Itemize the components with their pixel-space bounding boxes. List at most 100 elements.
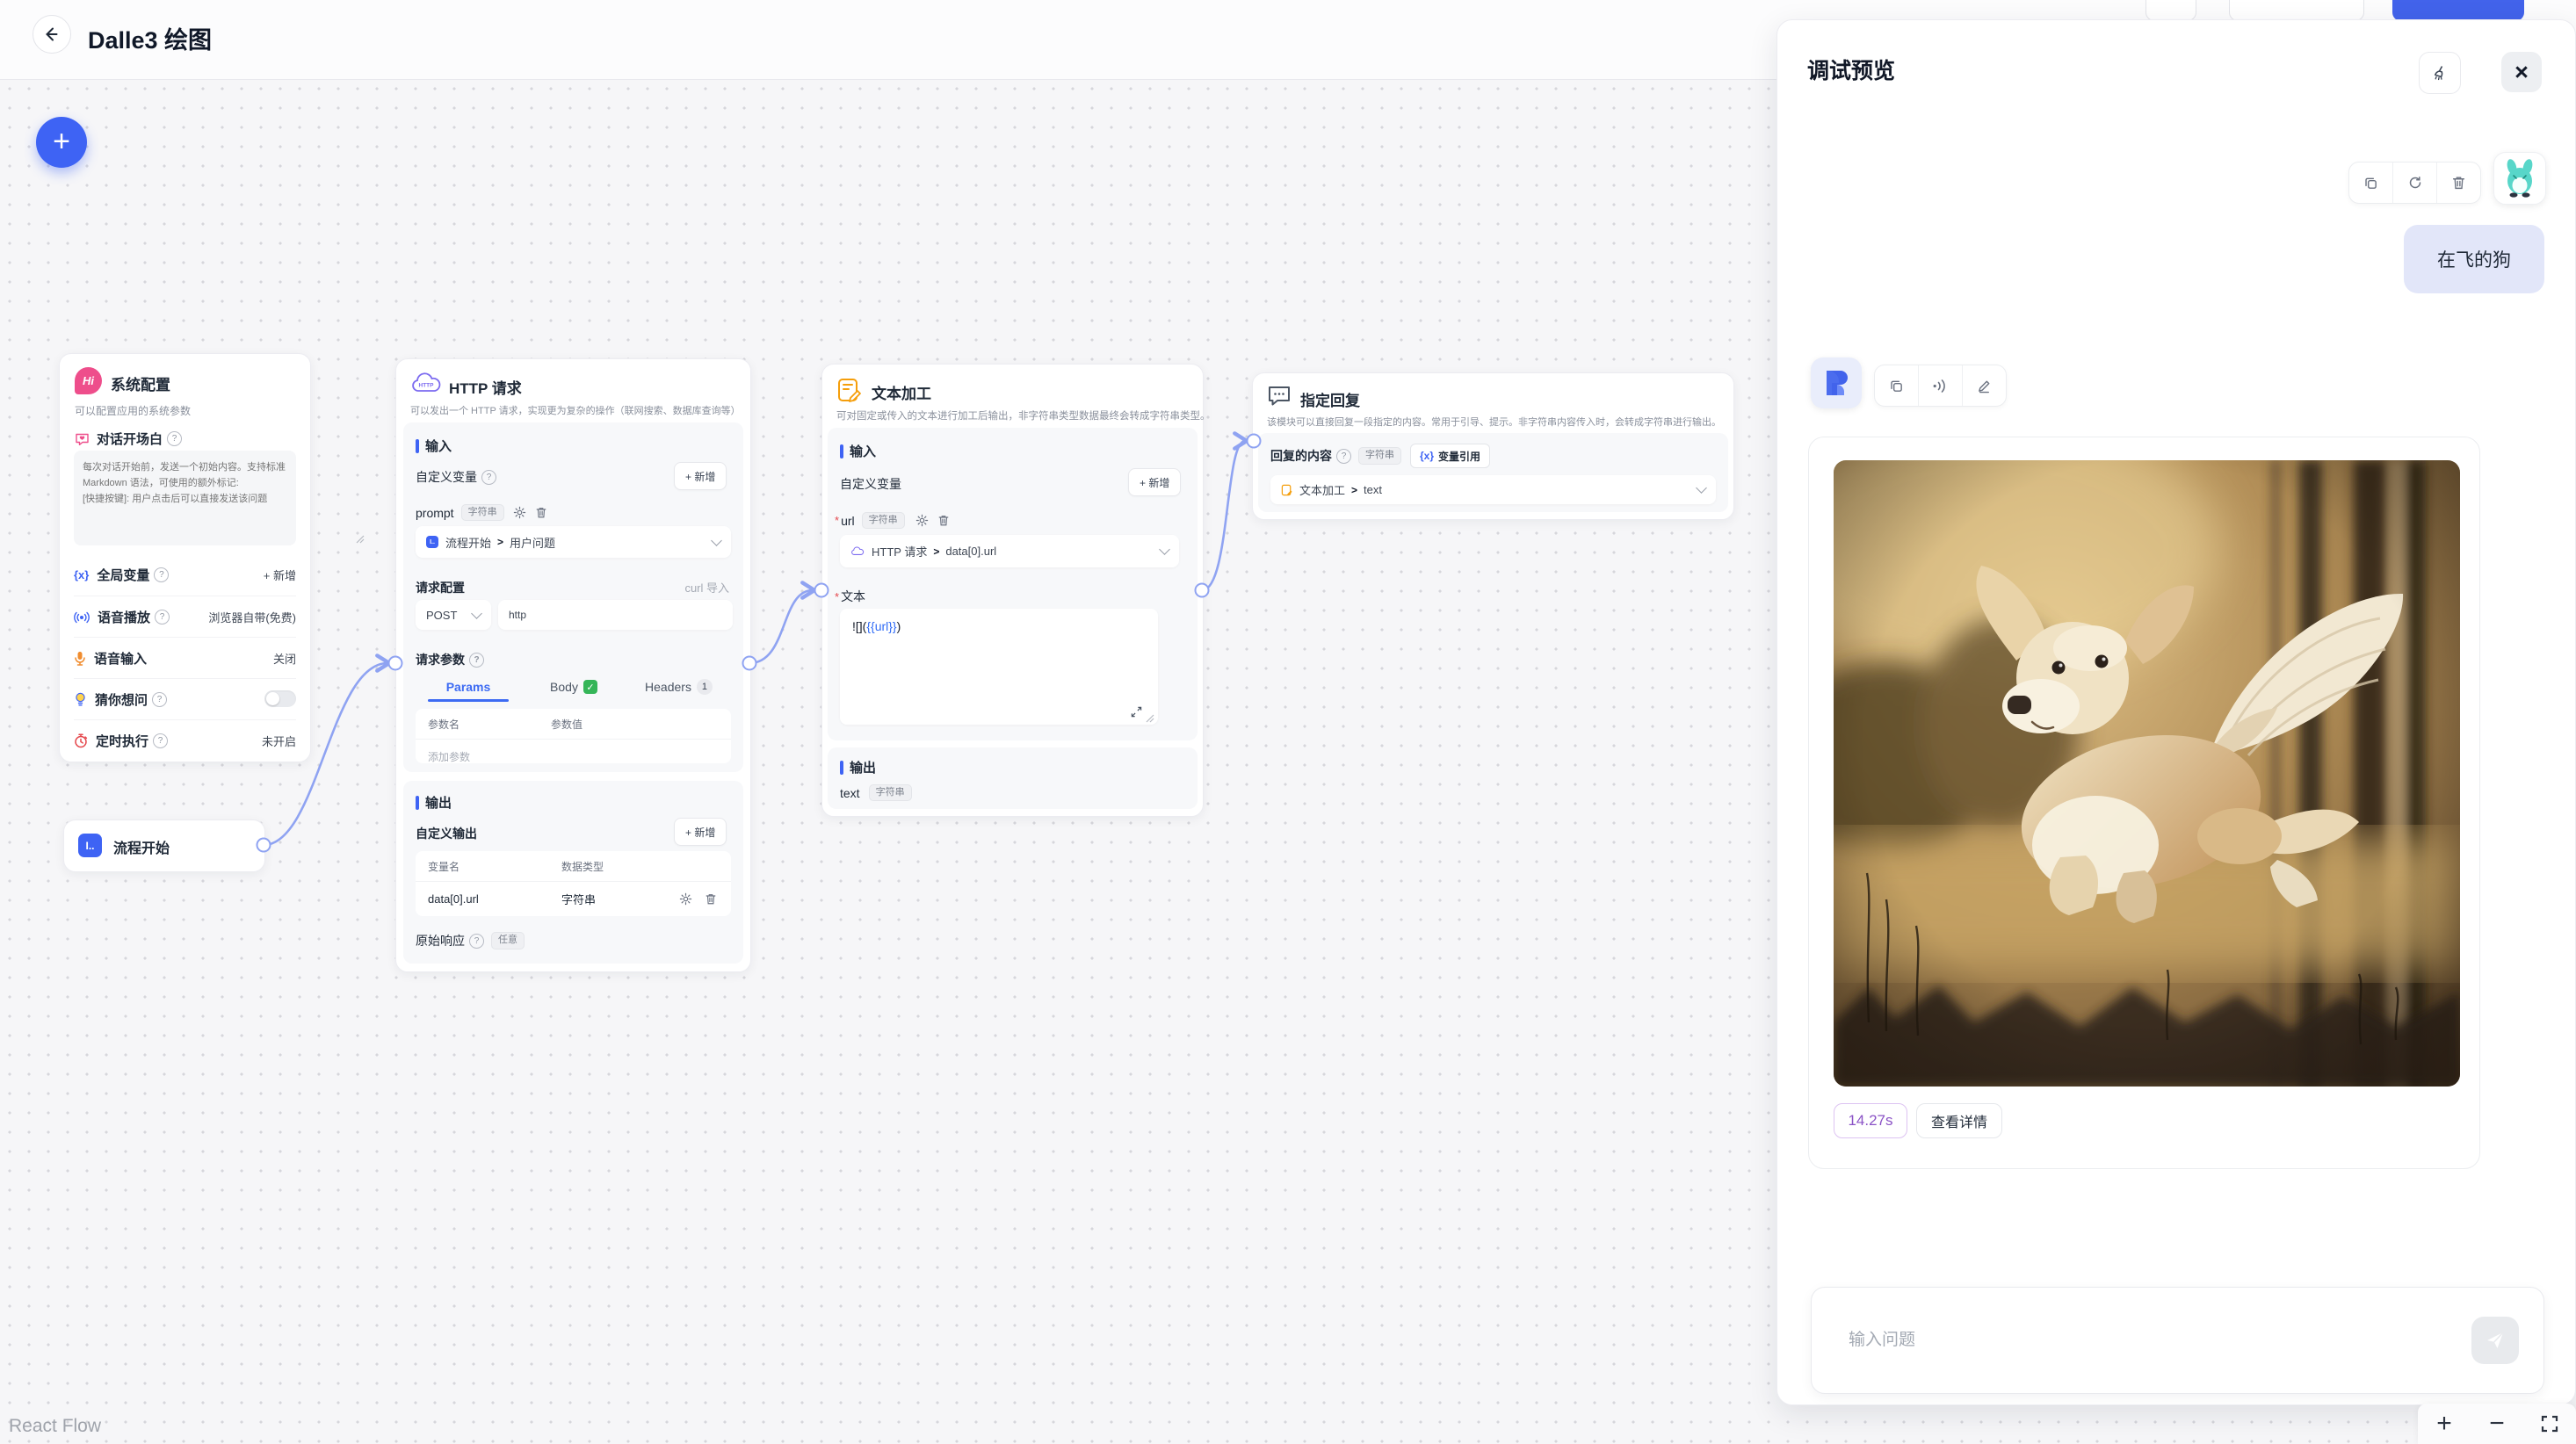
section-title: 输入 [850, 442, 876, 460]
content-label: 回复的内容 [1270, 447, 1332, 465]
output-var-name: data[0].url [428, 892, 561, 906]
help-icon[interactable]: ? [167, 431, 182, 446]
add-param-row[interactable]: 添加参数 [428, 749, 470, 764]
copy-icon[interactable] [1875, 365, 1918, 406]
reply-content-section: 回复的内容 ? 字符串 {x} 变量引用 文本加工 > text [1258, 433, 1728, 512]
close-panel-button[interactable]: × [2501, 52, 2542, 92]
node-flow-start[interactable]: I.. 流程开始 [63, 819, 265, 872]
var-ref-button[interactable]: {x} 变量引用 [1410, 444, 1490, 468]
toolbar-partial-button[interactable] [2229, 0, 2364, 21]
copy-icon[interactable] [2349, 162, 2392, 203]
var-source-select[interactable]: HTTP 请求 > data[0].url [840, 535, 1179, 567]
chat-input[interactable] [1847, 1288, 2430, 1393]
send-button[interactable] [2471, 1317, 2519, 1364]
trash-icon[interactable] [705, 892, 717, 906]
help-icon[interactable]: ? [469, 653, 484, 668]
suggest-toggle[interactable] [264, 690, 296, 710]
timer-icon [74, 733, 88, 748]
row-suggest: 猜你想问 ? [74, 678, 296, 720]
http-input-section: 输入 自定义变量 ? + 新增 prompt 字符串 I.. 流程开始 > [403, 422, 743, 772]
add-output-button[interactable]: + 新增 [674, 818, 727, 846]
handle-http-out[interactable] [742, 656, 757, 671]
url-input[interactable]: http [498, 600, 733, 630]
source-field: 用户问题 [510, 534, 555, 551]
help-icon[interactable]: ? [153, 733, 168, 748]
resize-handle-icon[interactable] [356, 535, 365, 544]
opener-textarea[interactable] [74, 451, 296, 545]
node-http-request[interactable]: HTTP HTTP 请求 可以发出一个 HTTP 请求，实现更为复杂的操作（联网… [395, 358, 751, 972]
method-select[interactable]: POST [416, 600, 491, 630]
toolbar-partial-button[interactable] [2145, 0, 2196, 21]
edit-icon[interactable] [1962, 365, 2006, 406]
hi-bubble-icon: Hi [75, 367, 102, 394]
trash-icon[interactable] [535, 506, 547, 519]
view-details-button[interactable]: 查看详情 [1916, 1103, 2002, 1138]
trash-icon[interactable] [937, 514, 950, 527]
handle-flowstart-out[interactable] [257, 838, 271, 853]
voice-input-value[interactable]: 关闭 [273, 650, 296, 667]
var-name: url [841, 514, 855, 528]
back-button[interactable] [33, 15, 71, 54]
tab-params[interactable]: Params [416, 679, 521, 695]
gear-icon[interactable] [915, 514, 929, 527]
text-process-icon [836, 377, 863, 403]
tab-headers[interactable]: Headers 1 [626, 679, 731, 695]
raw-response-label: 原始响应 [416, 932, 465, 949]
node-text-process[interactable]: 文本加工 可对固定或传入的文本进行加工后输出，非字符串类型数据最终会转成字符串类… [821, 364, 1204, 817]
handle-text-out[interactable] [1195, 583, 1210, 598]
node-system-config[interactable]: Hi 系统配置 可以配置应用的系统参数 对话开场白 ? {x} 全局变量 ? +… [59, 353, 311, 762]
toolbar-primary-partial-button[interactable] [2392, 0, 2524, 21]
source-node: 流程开始 [445, 534, 491, 551]
clear-chat-button[interactable] [2419, 52, 2461, 94]
help-icon[interactable]: ? [1336, 449, 1351, 464]
fit-view-button[interactable] [2532, 1413, 2567, 1434]
zoom-out-button[interactable]: − [2479, 1411, 2514, 1437]
add-var-button[interactable]: + 新增 [1128, 468, 1181, 496]
handle-text-in[interactable] [814, 583, 829, 598]
node-title: 流程开始 [113, 836, 170, 857]
text-output-section: 输出 text 字符串 [828, 747, 1198, 809]
duration-badge: 14.27s [1834, 1103, 1907, 1138]
user-message-bubble: 在飞的狗 [2404, 225, 2544, 293]
source-node: 文本加工 [1299, 481, 1345, 498]
output-var-type: 字符串 [561, 891, 596, 907]
speaker-icon[interactable] [1918, 365, 1962, 406]
curl-import-button[interactable]: curl 导入 [684, 579, 729, 596]
text-label: 文本 [841, 588, 865, 605]
voice-play-value[interactable]: 浏览器自带(免费) [208, 609, 296, 625]
resize-handle-icon[interactable] [1146, 714, 1154, 723]
reply-source-select[interactable]: 文本加工 > text [1270, 475, 1716, 504]
gear-icon[interactable] [513, 506, 526, 519]
trash-icon[interactable] [2436, 162, 2480, 203]
node-subtitle: 该模块可以直接回复一段指定的内容。常用于引导、提示。非字符串内容传入时，会转成字… [1267, 415, 1721, 429]
params-label: 请求参数 [416, 651, 465, 668]
expand-icon[interactable] [1131, 706, 1142, 718]
handle-reply-in[interactable] [1247, 434, 1262, 449]
node-reply[interactable]: 指定回复 该模块可以直接回复一段指定的内容。常用于引导、提示。非字符串内容传入时… [1252, 372, 1734, 520]
broadcast-icon [74, 611, 90, 624]
schedule-value[interactable]: 未开启 [262, 733, 296, 749]
col-param-value: 参数值 [551, 717, 582, 732]
http-output-section: 输出 自定义输出 + 新增 变量名 数据类型 data[0].url 字符串 原… [403, 781, 743, 964]
help-icon[interactable]: ? [481, 470, 496, 485]
col-var-type: 数据类型 [561, 859, 604, 874]
help-icon[interactable]: ? [152, 692, 167, 707]
add-node-button[interactable]: + [36, 117, 87, 168]
toggle-off[interactable] [264, 690, 296, 707]
react-flow-attribution[interactable]: React Flow [9, 1416, 101, 1437]
text-template-editor[interactable]: ![]({{url}}) [840, 609, 1158, 725]
gear-icon[interactable] [679, 892, 692, 906]
add-global-var[interactable]: + 新增 [264, 567, 296, 583]
zoom-in-button[interactable]: + [2427, 1411, 2462, 1437]
node-subtitle: 可以配置应用的系统参数 [75, 403, 191, 418]
add-var-button[interactable]: + 新增 [674, 462, 727, 490]
text-process-mini-icon [1281, 484, 1293, 496]
help-icon[interactable]: ? [469, 934, 484, 949]
tab-body[interactable]: Body ✓ [521, 679, 626, 695]
handle-http-in[interactable] [388, 656, 403, 671]
node-subtitle: 可对固定或传入的文本进行加工后输出，非字符串类型数据最终会转成字符串类型。 [836, 408, 1211, 422]
retry-icon[interactable] [2392, 162, 2436, 203]
var-source-select[interactable]: I.. 流程开始 > 用户问题 [416, 526, 731, 558]
help-icon[interactable]: ? [155, 610, 170, 625]
help-icon[interactable]: ? [154, 567, 169, 582]
